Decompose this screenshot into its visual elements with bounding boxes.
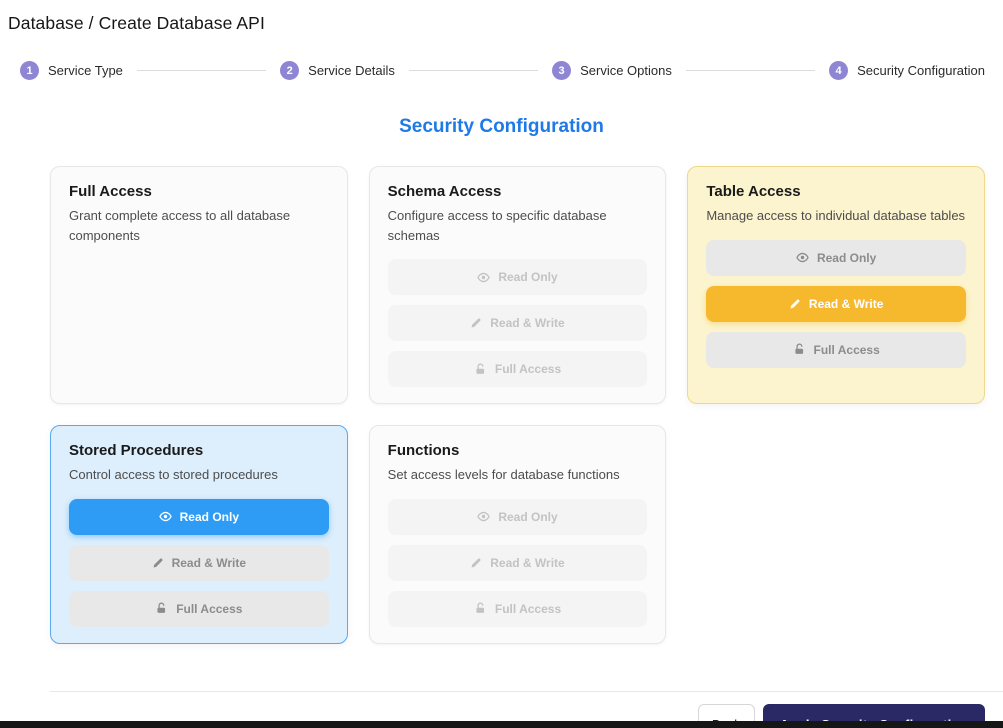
schema-read-only-button[interactable]: Read Only — [388, 259, 648, 295]
option-label: Read Only — [498, 270, 557, 284]
eye-icon — [159, 510, 172, 523]
option-label: Read & Write — [490, 556, 564, 570]
option-label: Read Only — [498, 510, 557, 524]
card-title: Stored Procedures — [69, 442, 329, 459]
step-4-badge: 4 — [829, 61, 848, 80]
step-connector — [409, 70, 538, 71]
table-read-write-button[interactable]: Read & Write — [706, 286, 966, 322]
eye-icon — [477, 510, 490, 523]
card-title: Table Access — [706, 183, 966, 200]
pencil-icon — [789, 298, 801, 310]
card-full-access[interactable]: Full Access Grant complete access to all… — [50, 166, 348, 404]
option-label: Full Access — [495, 362, 561, 376]
access-cards-grid: Full Access Grant complete access to all… — [50, 166, 985, 644]
step-2-badge: 2 — [280, 61, 299, 80]
functions-read-only-button[interactable]: Read Only — [388, 499, 648, 535]
functions-read-write-button[interactable]: Read & Write — [388, 545, 648, 581]
stepper: 1 Service Type 2 Service Details 3 Servi… — [0, 61, 1003, 80]
step-2-label: Service Details — [308, 63, 395, 78]
card-description: Control access to stored procedures — [69, 465, 329, 485]
access-options: Read Only Read & Write Full Access — [388, 259, 648, 387]
card-table-access: Table Access Manage access to individual… — [687, 166, 985, 404]
wizard-page: Database / Create Database API 1 Service… — [0, 0, 1003, 728]
card-description: Grant complete access to all database co… — [69, 206, 329, 245]
step-connector — [686, 70, 815, 71]
option-label: Read & Write — [490, 316, 564, 330]
schema-read-write-button[interactable]: Read & Write — [388, 305, 648, 341]
step-service-details[interactable]: 2 Service Details — [280, 61, 395, 80]
unlock-icon — [793, 343, 806, 356]
access-options: Read Only Read & Write Full Access — [69, 499, 329, 627]
pencil-icon — [470, 317, 482, 329]
table-full-access-button[interactable]: Full Access — [706, 332, 966, 368]
screen-edge-bar — [0, 721, 1003, 728]
step-4-label: Security Configuration — [857, 63, 985, 78]
step-3-badge: 3 — [552, 61, 571, 80]
unlock-icon — [474, 602, 487, 615]
pencil-icon — [152, 557, 164, 569]
unlock-icon — [155, 602, 168, 615]
procedures-read-only-button[interactable]: Read Only — [69, 499, 329, 535]
schema-full-access-button[interactable]: Full Access — [388, 351, 648, 387]
card-title: Functions — [388, 442, 648, 459]
card-title: Full Access — [69, 183, 329, 200]
procedures-read-write-button[interactable]: Read & Write — [69, 545, 329, 581]
option-label: Read Only — [180, 510, 239, 524]
step-service-type[interactable]: 1 Service Type — [20, 61, 123, 80]
option-label: Read Only — [817, 251, 876, 265]
unlock-icon — [474, 363, 487, 376]
option-label: Full Access — [176, 602, 242, 616]
card-stored-procedures: Stored Procedures Control access to stor… — [50, 425, 348, 644]
option-label: Read & Write — [172, 556, 246, 570]
procedures-full-access-button[interactable]: Full Access — [69, 591, 329, 627]
step-1-label: Service Type — [48, 63, 123, 78]
option-label: Full Access — [495, 602, 561, 616]
card-title: Schema Access — [388, 183, 648, 200]
eye-icon — [796, 251, 809, 264]
table-read-only-button[interactable]: Read Only — [706, 240, 966, 276]
step-connector — [137, 70, 266, 71]
section-heading: Security Configuration — [0, 116, 1003, 138]
step-security-configuration[interactable]: 4 Security Configuration — [829, 61, 985, 80]
card-description: Configure access to specific database sc… — [388, 206, 648, 245]
eye-icon — [477, 271, 490, 284]
step-service-options[interactable]: 3 Service Options — [552, 61, 672, 80]
functions-full-access-button[interactable]: Full Access — [388, 591, 648, 627]
card-description: Set access levels for database functions — [388, 465, 648, 485]
option-label: Read & Write — [809, 297, 883, 311]
option-label: Full Access — [814, 343, 880, 357]
card-functions: Functions Set access levels for database… — [369, 425, 667, 644]
pencil-icon — [470, 557, 482, 569]
card-description: Manage access to individual database tab… — [706, 206, 966, 226]
step-3-label: Service Options — [580, 63, 672, 78]
card-schema-access: Schema Access Configure access to specif… — [369, 166, 667, 404]
step-1-badge: 1 — [20, 61, 39, 80]
page-title: Database / Create Database API — [0, 0, 1003, 34]
access-options: Read Only Read & Write Full Access — [706, 240, 966, 368]
access-options: Read Only Read & Write Full Access — [388, 499, 648, 627]
footer-divider — [50, 691, 1003, 692]
